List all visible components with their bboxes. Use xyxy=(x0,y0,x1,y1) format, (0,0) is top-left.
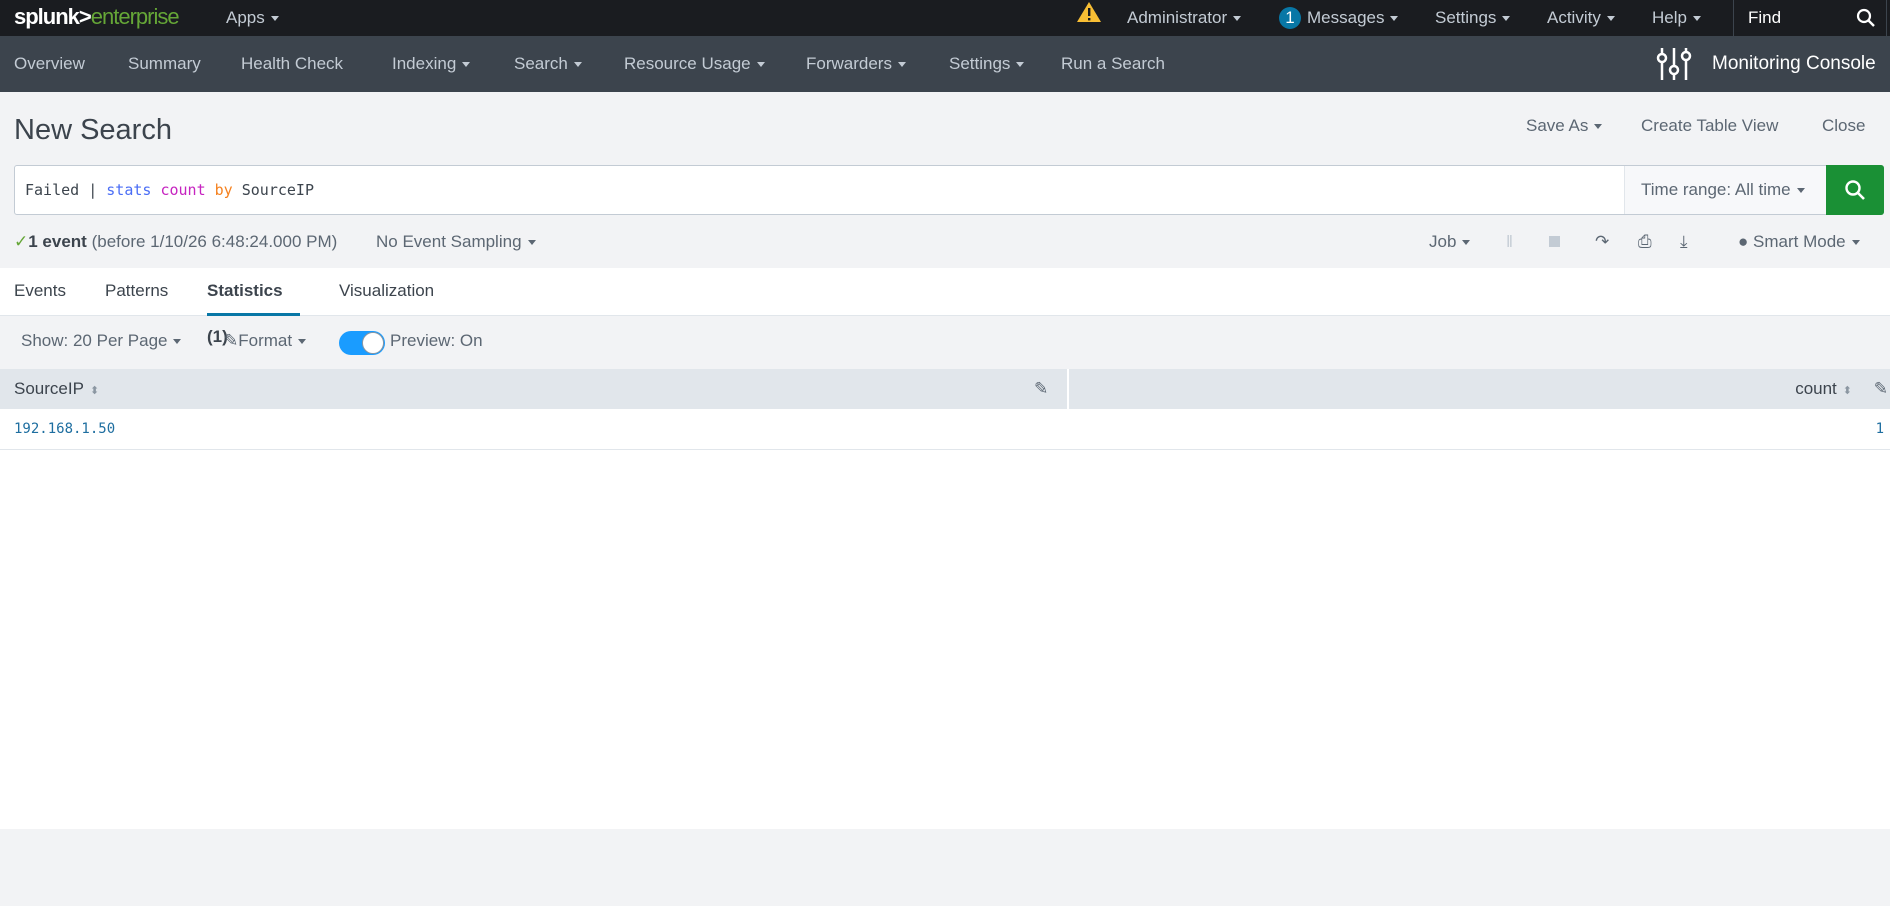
nav-run-a-search[interactable]: Run a Search xyxy=(1061,36,1165,92)
splunk-logo[interactable]: splunk>enterprise xyxy=(14,4,180,30)
preview-label: Preview: On xyxy=(390,331,483,350)
share-icon[interactable]: ↷ xyxy=(1595,232,1609,252)
time-range-picker[interactable]: Time range: All time xyxy=(1624,166,1826,214)
search-mode-dropdown[interactable]: ● Smart Mode xyxy=(1738,232,1860,252)
nav-forwarders[interactable]: Forwarders xyxy=(806,36,906,92)
pause-icon[interactable]: ‖ xyxy=(1506,232,1513,252)
search-input[interactable]: Failed | stats count by SourceIP xyxy=(25,181,314,199)
preview-toggle[interactable] xyxy=(339,331,385,355)
save-as-button[interactable]: Save As xyxy=(1526,116,1603,136)
stop-icon[interactable] xyxy=(1549,236,1560,247)
per-page-dropdown[interactable]: Show: 20 Per Page xyxy=(21,331,182,351)
column-header-count[interactable]: count ⬍ xyxy=(1795,369,1852,409)
settings-menu[interactable]: Settings xyxy=(1435,0,1511,36)
messages-menu[interactable]: 1 Messages xyxy=(1279,0,1399,36)
find-input[interactable]: Find xyxy=(1733,0,1887,36)
tab-patterns[interactable]: Patterns xyxy=(105,268,168,316)
nav-search[interactable]: Search xyxy=(514,36,582,92)
activity-menu[interactable]: Activity xyxy=(1547,0,1615,36)
job-menu[interactable]: Job xyxy=(1429,232,1471,252)
cell-sourceip[interactable]: 192.168.1.50 xyxy=(14,421,115,437)
sort-icon: ⬍ xyxy=(89,385,100,397)
table-header: SourceIP ⬍ ✎ count ⬍ ✎ xyxy=(0,369,1890,409)
cell-count[interactable]: 1 xyxy=(1876,421,1884,437)
sliders-icon xyxy=(1656,48,1692,80)
warning-icon[interactable] xyxy=(1076,0,1102,36)
print-icon[interactable]: ⎙ xyxy=(1638,232,1652,252)
event-count: ✓1 event (before 1/10/26 6:48:24.000 PM) xyxy=(14,232,338,251)
search-icon xyxy=(1856,8,1875,27)
nav-resource-usage[interactable]: Resource Usage xyxy=(624,36,765,92)
nav-overview[interactable]: Overview xyxy=(14,36,85,92)
administrator-menu[interactable]: Administrator xyxy=(1127,0,1242,36)
pencil-icon: ✎ xyxy=(224,331,239,350)
nav-settings[interactable]: Settings xyxy=(949,36,1025,92)
search-submit-button[interactable] xyxy=(1826,165,1884,215)
results-tabs: Events Patterns Statistics (1) Visualiza… xyxy=(0,268,1890,346)
apps-menu[interactable]: Apps xyxy=(226,0,279,36)
export-icon[interactable]: ⤓ xyxy=(1680,232,1688,252)
lightbulb-icon: ● xyxy=(1738,232,1749,251)
table-row: 192.168.1.50 1 xyxy=(0,409,1890,450)
messages-badge: 1 xyxy=(1279,7,1301,29)
column-divider xyxy=(1067,369,1069,409)
help-menu[interactable]: Help xyxy=(1652,0,1701,36)
nav-indexing[interactable]: Indexing xyxy=(392,36,471,92)
search-bar: Failed | stats count by SourceIP Time ra… xyxy=(14,165,1884,215)
tab-events[interactable]: Events xyxy=(14,268,66,316)
event-sampling-dropdown[interactable]: No Event Sampling xyxy=(376,232,536,252)
nav-summary[interactable]: Summary xyxy=(128,36,201,92)
column-format-icon[interactable]: ✎ xyxy=(1034,369,1048,409)
results-area xyxy=(0,450,1890,829)
page-title: New Search xyxy=(14,114,172,146)
create-table-view-button[interactable]: Create Table View xyxy=(1641,116,1778,136)
column-header-sourceip[interactable]: SourceIP ⬍ xyxy=(14,369,99,409)
column-format-icon[interactable]: ✎ xyxy=(1874,369,1888,409)
top-bar: splunk>enterprise Apps Administrator 1 Me… xyxy=(0,0,1890,36)
nav-health-check[interactable]: Health Check xyxy=(241,36,343,92)
close-button[interactable]: Close xyxy=(1822,116,1865,136)
app-nav: Overview Summary Health Check Indexing S… xyxy=(0,36,1890,92)
format-dropdown[interactable]: ✎Format xyxy=(224,331,307,351)
tab-visualization[interactable]: Visualization xyxy=(339,268,434,316)
check-icon: ✓ xyxy=(14,232,29,251)
search-icon xyxy=(1845,180,1865,200)
app-title: Monitoring Console xyxy=(1712,53,1876,74)
sort-icon: ⬍ xyxy=(1842,385,1852,397)
tab-statistics[interactable]: Statistics (1) xyxy=(207,268,300,346)
